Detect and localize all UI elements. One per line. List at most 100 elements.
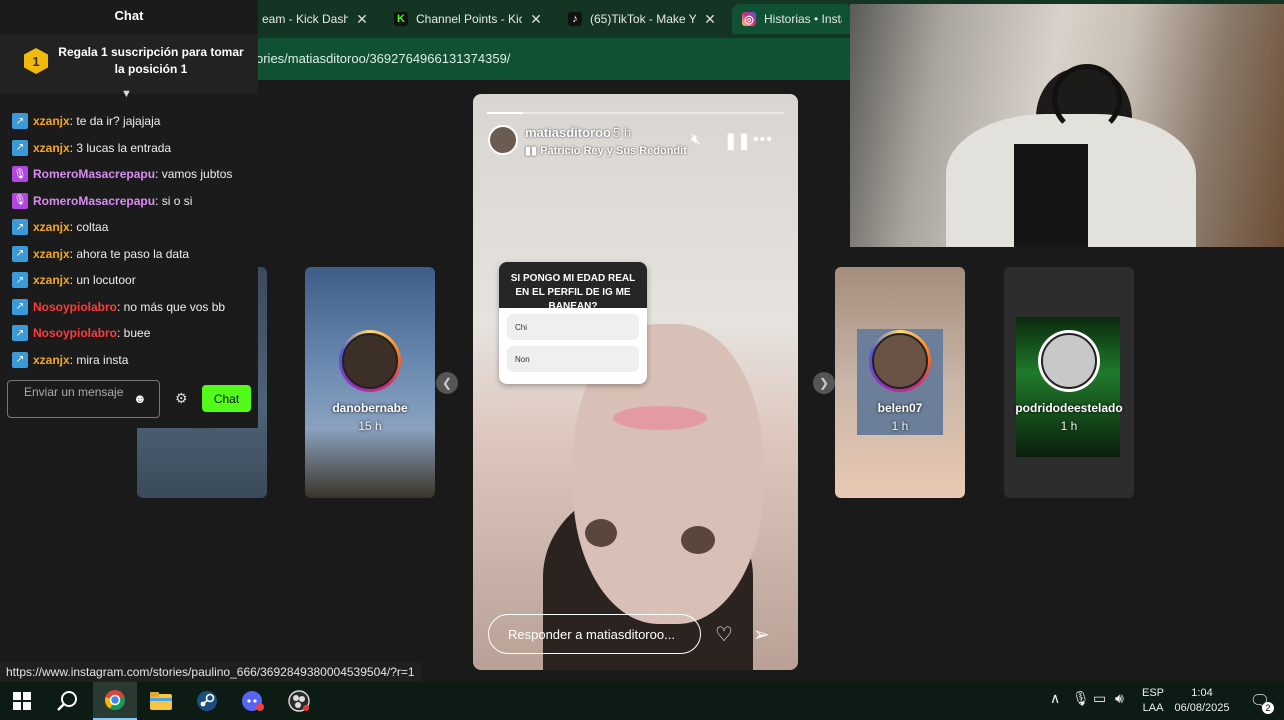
search-icon[interactable]: [46, 682, 90, 720]
clock[interactable]: 1:04 06/08/2025: [1172, 686, 1232, 716]
discord-icon[interactable]: [231, 682, 275, 720]
send-icon[interactable]: ➢: [753, 622, 770, 647]
gear-icon[interactable]: ⚙: [175, 390, 188, 407]
chat-username[interactable]: xzanjx: [33, 247, 70, 261]
music-icon: ▮▮: [525, 145, 541, 157]
tab-title: (65)TikTok - Make Yo: [590, 12, 696, 26]
chat-username[interactable]: xzanjx: [33, 114, 70, 128]
chrome-icon[interactable]: [93, 682, 137, 720]
language-indicator[interactable]: ESP LAA: [1142, 686, 1164, 716]
poll-question: SI PONGO MI EDAD REAL EN EL PERFIL DE IG…: [499, 262, 647, 312]
chat-username[interactable]: xzanjx: [33, 220, 70, 234]
chevron-up-icon[interactable]: ∧: [1050, 690, 1060, 707]
tab-title: Historias • Instagr: [764, 12, 842, 26]
story-card-danobernabe[interactable]: danobernabe 15 h: [305, 267, 435, 498]
screen: eam - Kick Dashbo ✕ K Channel Points - K…: [0, 0, 1284, 720]
close-icon[interactable]: ✕: [354, 11, 370, 28]
gift-sub-text: Regala 1 suscripción para tomar la posic…: [58, 45, 244, 76]
keyboard-layout: LAA: [1142, 702, 1164, 714]
user-badge-icon: ↗: [12, 245, 28, 262]
heart-icon[interactable]: ♡: [715, 622, 733, 647]
url-text: ories/matiasditoroo/3692764966131374359/: [256, 51, 511, 66]
story-username[interactable]: matiasditoroo: [525, 125, 611, 140]
chat-username[interactable]: Nosoypiolabro: [33, 326, 117, 340]
reply-input[interactable]: Responder a matiasditoroo...: [488, 614, 701, 654]
story-card-belen07[interactable]: belen07 1 h: [835, 267, 965, 498]
windows-start-icon[interactable]: [0, 682, 44, 720]
story-song-title: Patricio Rey y Sus Redondit: [540, 145, 687, 157]
chat-send-button[interactable]: Chat: [202, 385, 251, 412]
chat-message: ↗ xzanjx: ahora te paso la data: [12, 241, 252, 268]
tab-instagram[interactable]: ◎ Historias • Instagr: [732, 4, 852, 34]
story-photo-eye: [681, 526, 715, 554]
chat-text: : ahora te paso la data: [69, 246, 190, 261]
microphone-icon[interactable]: 🎙︎: [1072, 690, 1090, 707]
close-icon[interactable]: ✕: [702, 11, 718, 28]
chat-text: : coltaa: [69, 220, 109, 235]
chat-message: ↗ xzanjx: un locutoor: [12, 267, 252, 294]
story-card-podridodeestelado[interactable]: podridodeestelado 1 h: [1004, 267, 1134, 498]
steam-icon[interactable]: [185, 682, 229, 720]
tab-title: eam - Kick Dashbo: [262, 12, 348, 26]
rank-badge: 1: [24, 48, 48, 74]
avatar: [1038, 330, 1100, 392]
file-explorer-icon[interactable]: [139, 682, 183, 720]
story-photo-eye: [585, 519, 617, 547]
chat-username[interactable]: xzanjx: [33, 141, 70, 155]
more-options-icon[interactable]: •••: [753, 131, 773, 149]
obs-icon[interactable]: [277, 682, 321, 720]
chat-text: : te da ir? jajajaja: [69, 114, 161, 129]
main-story[interactable]: matiasditoroo 5 h ▮▮ Patricio Rey y Sus …: [473, 94, 798, 670]
notifications-icon[interactable]: 🗨︎ 2: [1238, 682, 1282, 720]
story-card-name: belen07: [877, 401, 923, 415]
chat-username[interactable]: xzanjx: [33, 273, 70, 287]
poll-option-non[interactable]: Non: [507, 346, 639, 372]
chat-text: : mira insta: [69, 352, 129, 367]
chat-message: ↗ xzanjx: te da ir? jajajaja: [12, 108, 252, 135]
chat-text: : un locutoor: [69, 273, 136, 288]
user-badge-icon: ↗: [12, 351, 28, 368]
tab-kick-dashboard[interactable]: eam - Kick Dashbo ✕: [252, 4, 380, 34]
story-song[interactable]: ▮▮ Patricio Rey y Sus Redondit: [525, 144, 687, 157]
tab-channel-points[interactable]: K Channel Points - Kick ✕: [384, 4, 554, 34]
kick-icon: K: [394, 12, 408, 26]
user-badge-icon: ↗: [12, 219, 28, 236]
poll-option-chi[interactable]: Chi: [507, 314, 639, 340]
chat-title: Chat: [114, 8, 144, 23]
chat-username[interactable]: xzanjx: [33, 353, 70, 367]
chat-username[interactable]: Nosoypiolabro: [33, 300, 117, 314]
user-badge-icon: ↗: [12, 139, 28, 156]
user-badge-icon: ↗: [12, 113, 28, 130]
story-photo-mouth: [613, 406, 707, 430]
user-badge-icon: ↗: [12, 272, 28, 289]
pin-icon[interactable]: ▼: [121, 88, 132, 100]
pause-icon[interactable]: ❚❚: [724, 131, 751, 151]
avatar[interactable]: [488, 125, 518, 155]
notification-count: 2: [1262, 702, 1274, 714]
close-icon[interactable]: ✕: [528, 11, 544, 28]
taskbar: ∧ 🎙︎ ▭ 🔊︎ ESP LAA 1:04 06/08/2025 🗨︎ 2: [0, 682, 1284, 720]
previous-story-button[interactable]: ❮: [436, 372, 458, 394]
story-time: 5 h: [613, 125, 632, 140]
clock-date: 06/08/2025: [1174, 702, 1230, 714]
chat-username[interactable]: RomeroMasacrepapu: [33, 167, 155, 181]
tab-tiktok[interactable]: ♪ (65)TikTok - Make Yo ✕: [558, 4, 728, 34]
chat-text: : si o si: [155, 193, 193, 208]
network-icon[interactable]: ▭: [1093, 690, 1106, 707]
instagram-icon: ◎: [742, 12, 756, 26]
poll-sticker: SI PONGO MI EDAD REAL EN EL PERFIL DE IG…: [499, 262, 647, 384]
chat-username[interactable]: RomeroMasacrepapu: [33, 194, 155, 208]
next-story-button[interactable]: ❯: [813, 372, 835, 394]
volume-icon[interactable]: 🔊︎: [1115, 690, 1124, 707]
mute-icon[interactable]: 🔇︎: [691, 131, 701, 149]
avatar: [869, 330, 931, 392]
webcam-overlay: [850, 4, 1284, 247]
chat-overlay: Chat 1 Regala 1 suscripción para tomar l…: [0, 0, 258, 428]
tiktok-icon: ♪: [568, 12, 582, 26]
story-card-name: danobernabe: [332, 401, 408, 415]
emoji-icon[interactable]: ☻: [133, 391, 147, 406]
gift-sub-banner[interactable]: 1 Regala 1 suscripción para tomar la pos…: [0, 34, 258, 94]
chat-messages: ↗ xzanjx: te da ir? jajajaja ↗ xzanjx: 3 lu…: [12, 108, 252, 373]
chat-message: 🎙︎ RomeroMasacrepapu: si o si: [12, 188, 252, 215]
chat-message: ↗ xzanjx: 3 lucas la entrada: [12, 135, 252, 162]
